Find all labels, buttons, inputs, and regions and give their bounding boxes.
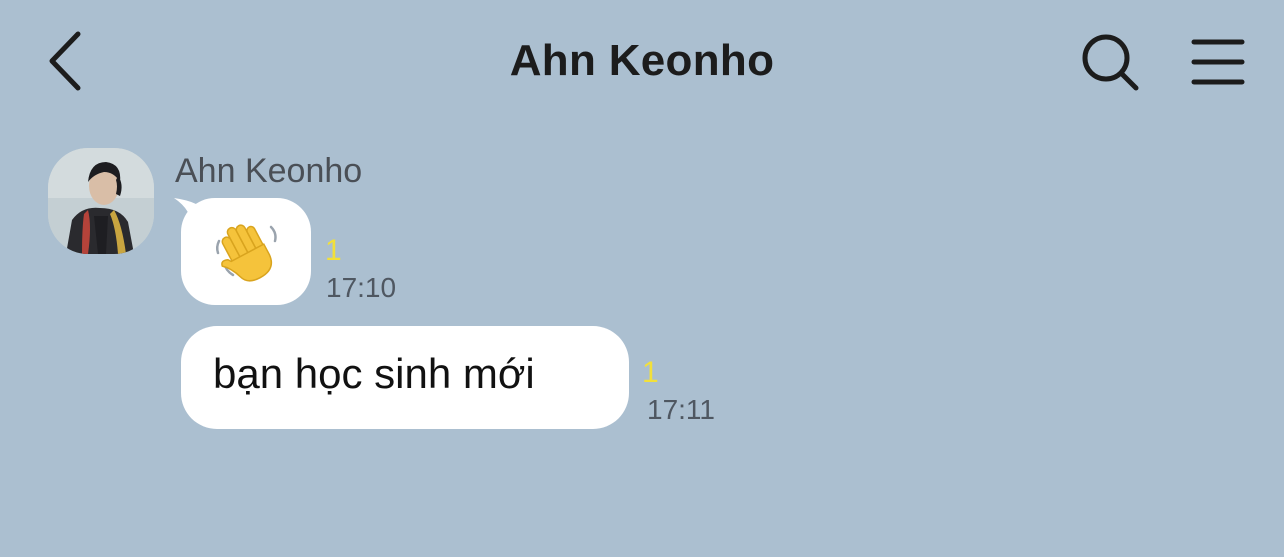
menu-button[interactable]	[1188, 34, 1248, 90]
message-time: 17:10	[326, 272, 397, 303]
chevron-left-icon	[49, 31, 81, 91]
search-icon	[1082, 34, 1139, 91]
message-bubble-emoji[interactable]	[181, 198, 311, 305]
back-button[interactable]	[36, 28, 96, 94]
sender-name: Ahn Keonho	[175, 152, 363, 190]
unread-count: 1	[325, 234, 342, 267]
profile-photo	[48, 148, 154, 254]
hamburger-menu-icon	[1191, 39, 1245, 85]
message-text: bạn học sinh mới	[213, 350, 535, 397]
waving-hand-icon	[181, 198, 311, 305]
avatar[interactable]	[48, 148, 154, 254]
unread-count: 1	[642, 356, 659, 389]
message-time: 17:11	[647, 394, 715, 425]
chat-header: Ahn Keonho	[0, 0, 1284, 124]
message-bubble-text[interactable]: bạn học sinh mới	[181, 326, 629, 429]
search-button[interactable]	[1078, 30, 1144, 96]
